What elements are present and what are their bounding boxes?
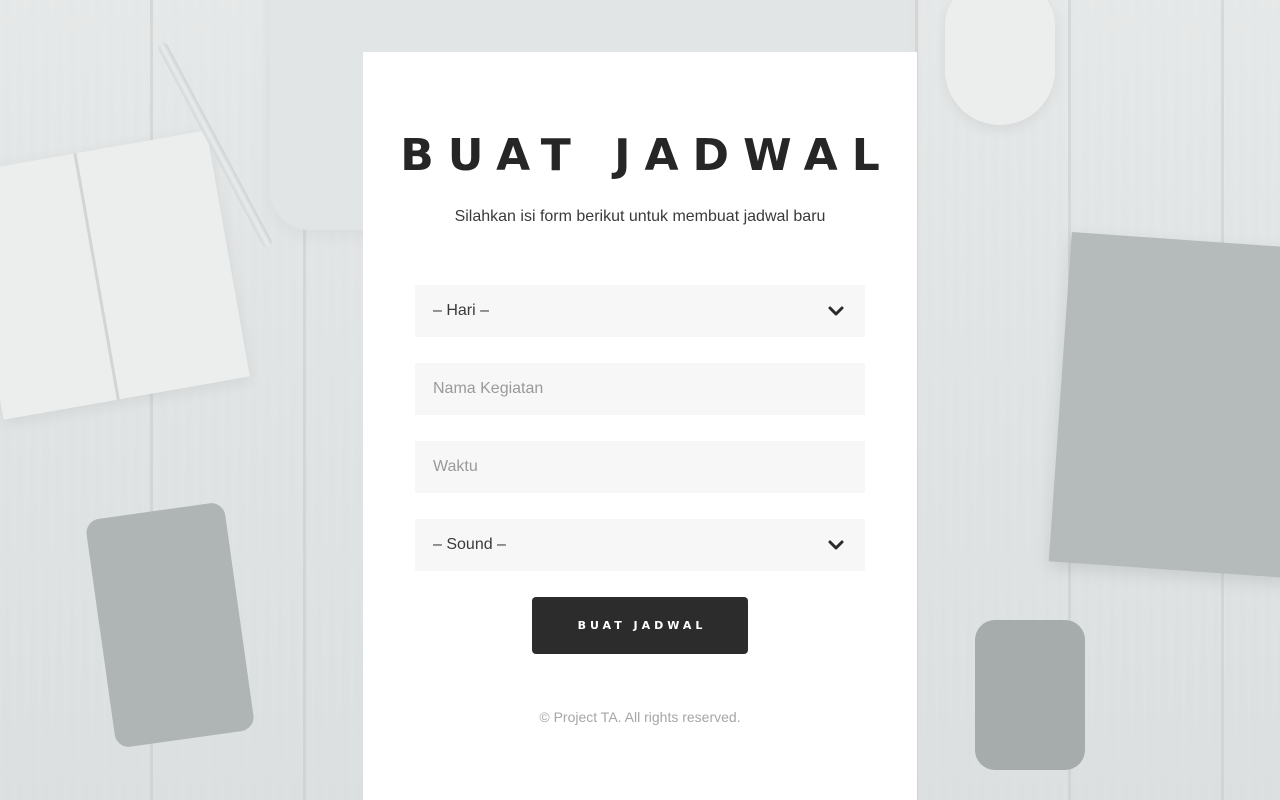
waktu-input[interactable]: Waktu: [415, 441, 865, 493]
chevron-down-icon: [827, 302, 845, 320]
form-card: BUAT JADWAL Silahkan isi form berikut un…: [363, 52, 917, 800]
footer-copyright: © Project TA. All rights reserved.: [539, 709, 741, 725]
hari-select[interactable]: – Hari –: [415, 285, 865, 337]
sound-select-value: – Sound –: [433, 536, 506, 553]
sound-select[interactable]: – Sound –: [415, 519, 865, 571]
chevron-down-icon: [827, 536, 845, 554]
hari-select-value: – Hari –: [433, 302, 490, 319]
nama-kegiatan-placeholder: Nama Kegiatan: [433, 380, 544, 397]
page-title: BUAT JADWAL: [400, 130, 894, 181]
buat-jadwal-button[interactable]: BUAT JADWAL: [532, 597, 748, 654]
waktu-placeholder: Waktu: [433, 458, 478, 475]
nama-kegiatan-input[interactable]: Nama Kegiatan: [415, 363, 865, 415]
page-subtitle: Silahkan isi form berikut untuk membuat …: [454, 208, 826, 225]
